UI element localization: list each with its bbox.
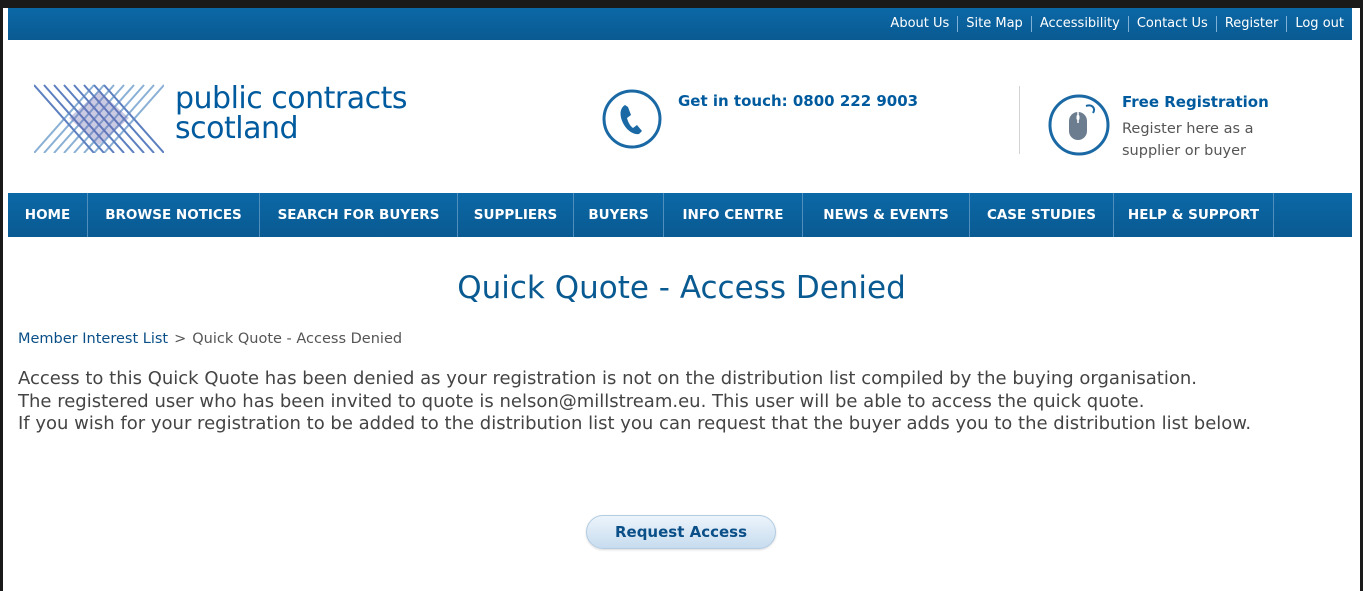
utility-links: About Us Site Map Accessibility Contact … xyxy=(882,8,1352,40)
request-access-button[interactable]: Request Access xyxy=(586,515,776,549)
header-divider xyxy=(1019,86,1020,154)
message-line-1: Access to this Quick Quote has been deni… xyxy=(18,368,1197,389)
registration-description: Register here as a supplier or buyer xyxy=(1122,121,1254,159)
nav-help-support[interactable]: HELP & SUPPORT xyxy=(1114,193,1274,237)
free-registration-link[interactable]: Free Registration xyxy=(1122,93,1269,111)
logo-line-1: public contracts xyxy=(175,81,408,116)
contact-us-link[interactable]: Contact Us xyxy=(1127,16,1216,32)
nav-search-for-buyers[interactable]: SEARCH FOR BUYERS xyxy=(260,193,458,237)
nav-buyers[interactable]: BUYERS xyxy=(574,193,664,237)
breadcrumb-separator: > xyxy=(174,331,187,347)
accessibility-link[interactable]: Accessibility xyxy=(1030,16,1128,32)
nav-home[interactable]: HOME xyxy=(8,193,88,237)
lattice-logo-icon[interactable] xyxy=(33,83,165,154)
message-line-2: The registered user who has been invited… xyxy=(18,390,1145,412)
access-denied-message: Access to this Quick Quote has been deni… xyxy=(18,368,1348,436)
site-map-link[interactable]: Site Map xyxy=(957,16,1031,32)
breadcrumb-current: Quick Quote - Access Denied xyxy=(192,331,403,347)
site-logo-text[interactable]: public contracts scotland xyxy=(175,81,408,146)
register-link[interactable]: Register xyxy=(1215,16,1287,32)
main-navigation: HOME BROWSE NOTICES SEARCH FOR BUYERS SU… xyxy=(8,193,1352,237)
nav-news-events[interactable]: NEWS & EVENTS xyxy=(803,193,970,237)
nav-suppliers[interactable]: SUPPLIERS xyxy=(458,193,574,237)
mouse-icon xyxy=(1046,92,1112,158)
logo-line-2: scotland xyxy=(175,111,299,146)
utility-bar: About Us Site Map Accessibility Contact … xyxy=(8,8,1352,40)
about-us-link[interactable]: About Us xyxy=(882,16,957,32)
nav-browse-notices[interactable]: BROWSE NOTICES xyxy=(88,193,260,237)
message-line-3: If you wish for your registration to be … xyxy=(18,413,1252,434)
page-title: Quick Quote - Access Denied xyxy=(457,270,906,306)
breadcrumb-member-interest-list[interactable]: Member Interest List xyxy=(18,331,168,347)
phone-icon xyxy=(601,88,663,150)
nav-info-centre[interactable]: INFO CENTRE xyxy=(664,193,803,237)
log-out-link[interactable]: Log out xyxy=(1286,16,1352,32)
phone-contact-text[interactable]: Get in touch: 0800 222 9003 xyxy=(678,92,918,110)
breadcrumb: Member Interest List > Quick Quote - Acces… xyxy=(18,331,402,347)
nav-case-studies[interactable]: CASE STUDIES xyxy=(970,193,1114,237)
